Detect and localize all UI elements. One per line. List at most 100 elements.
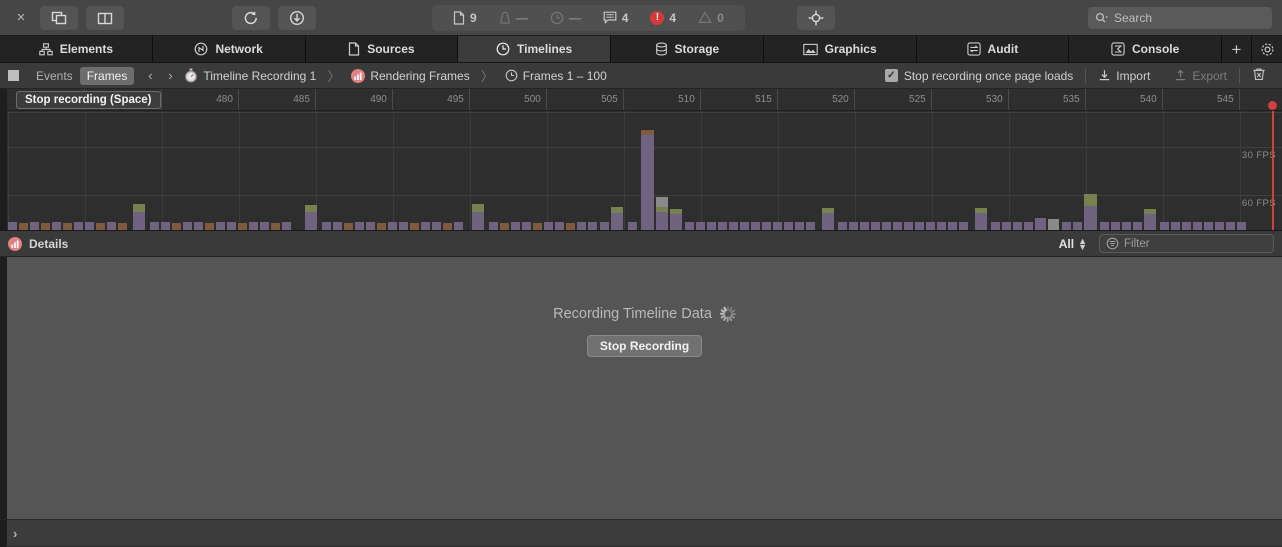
segment-frames[interactable]: Frames	[79, 66, 135, 85]
frame-bar[interactable]	[707, 222, 716, 230]
frame-bar[interactable]	[238, 223, 247, 230]
frame-bar[interactable]	[611, 207, 623, 230]
frame-bar[interactable]	[773, 222, 782, 230]
frame-bar[interactable]	[271, 223, 280, 230]
stop-recording-on-load-checkbox[interactable]: ✓ Stop recording once page loads	[884, 69, 1085, 83]
clear-timeline-button[interactable]	[1240, 67, 1274, 84]
tab-audit[interactable]: Audit	[916, 36, 1070, 62]
frame-bar[interactable]	[410, 223, 419, 230]
memory-stat[interactable]: —	[490, 11, 537, 25]
rendering-frames-graph[interactable]: 30 FPS 60 FPS	[0, 111, 1282, 231]
frame-bar[interactable]	[305, 205, 317, 230]
frame-bar[interactable]	[762, 222, 771, 230]
nav-back-button[interactable]: ‹	[140, 68, 160, 83]
element-select-button[interactable]	[796, 5, 835, 30]
stop-recording-button[interactable]: Stop Recording	[586, 335, 703, 357]
frame-bar[interactable]	[74, 222, 83, 230]
frame-bar[interactable]	[194, 222, 203, 230]
frame-bar[interactable]	[1215, 222, 1224, 230]
frame-bar[interactable]	[443, 223, 452, 230]
frame-bar[interactable]	[41, 223, 50, 230]
record-stop-button[interactable]	[8, 70, 19, 81]
frame-bar[interactable]	[322, 222, 331, 230]
frame-bar[interactable]	[1111, 222, 1120, 230]
resource-count-stat[interactable]: 9	[444, 11, 486, 25]
frame-bar[interactable]	[975, 208, 987, 230]
frame-bar[interactable]	[8, 222, 17, 230]
frame-bar[interactable]	[1193, 222, 1202, 230]
frame-bar[interactable]	[52, 222, 61, 230]
frame-bar[interactable]	[600, 222, 609, 230]
frame-bar[interactable]	[628, 222, 637, 230]
tab-storage[interactable]: Storage	[611, 36, 764, 62]
frame-bar[interactable]	[260, 222, 269, 230]
reload-page-button[interactable]	[232, 5, 270, 30]
frame-bar[interactable]	[566, 223, 575, 230]
settings-button[interactable]	[1252, 36, 1282, 62]
frame-bar[interactable]	[685, 222, 694, 230]
frame-bar[interactable]	[249, 222, 258, 230]
frame-bar[interactable]	[641, 130, 654, 230]
frame-bar[interactable]	[1035, 218, 1046, 230]
frame-bar[interactable]	[366, 222, 375, 230]
frame-bar[interactable]	[882, 222, 891, 230]
frame-bar[interactable]	[751, 222, 760, 230]
frame-bar[interactable]	[161, 222, 170, 230]
frame-bar[interactable]	[555, 222, 564, 230]
time-stat[interactable]: —	[541, 11, 590, 25]
filter-input[interactable]: Filter	[1099, 234, 1274, 253]
frame-bar[interactable]	[1048, 219, 1059, 230]
frame-bar[interactable]	[19, 223, 28, 230]
frame-bar[interactable]	[860, 222, 869, 230]
frame-bar[interactable]	[588, 222, 597, 230]
warning-count-stat[interactable]: 0	[689, 11, 733, 25]
frame-bar[interactable]	[1122, 222, 1131, 230]
frame-bar[interactable]	[871, 222, 880, 230]
close-inspector-button[interactable]: ×	[10, 7, 32, 29]
frame-bar[interactable]	[915, 222, 924, 230]
frame-bar[interactable]	[838, 222, 847, 230]
tab-sources[interactable]: Sources	[305, 36, 459, 62]
segment-events[interactable]: Events	[29, 67, 80, 85]
frame-bar[interactable]	[133, 204, 145, 230]
frame-bar[interactable]	[63, 223, 72, 230]
frame-bar[interactable]	[282, 222, 291, 230]
frame-bar[interactable]	[1226, 222, 1235, 230]
download-button[interactable]	[278, 5, 316, 30]
frame-bar[interactable]	[30, 222, 39, 230]
frame-bar[interactable]	[183, 222, 192, 230]
frame-bar[interactable]	[388, 222, 397, 230]
frame-bar[interactable]	[377, 223, 386, 230]
search-input[interactable]: Search	[1088, 6, 1272, 29]
frame-bar[interactable]	[740, 222, 749, 230]
frame-bar[interactable]	[926, 222, 935, 230]
frame-bar[interactable]	[948, 222, 957, 230]
frame-bar[interactable]	[1002, 222, 1011, 230]
breadcrumb-item-recording[interactable]: Timeline Recording 1	[203, 69, 316, 83]
frame-bar[interactable]	[472, 204, 484, 230]
scope-select[interactable]: All ▲ ▼	[1059, 236, 1087, 251]
frame-bar[interactable]	[937, 222, 946, 230]
frame-bar[interactable]	[1204, 222, 1213, 230]
error-count-stat[interactable]: ! 4	[641, 10, 685, 25]
frame-bar[interactable]	[227, 222, 236, 230]
frame-bar[interactable]	[432, 222, 441, 230]
frame-bar[interactable]	[118, 223, 127, 230]
frame-bar[interactable]	[784, 222, 793, 230]
frame-bar[interactable]	[1144, 209, 1156, 230]
frame-bar[interactable]	[511, 222, 520, 230]
frame-bar[interactable]	[795, 222, 804, 230]
import-button[interactable]: Import	[1086, 69, 1162, 83]
frame-bar[interactable]	[991, 222, 1000, 230]
frame-bar[interactable]	[904, 222, 913, 230]
frame-bar[interactable]	[1182, 222, 1191, 230]
frame-bar[interactable]	[489, 222, 498, 230]
frame-bar[interactable]	[1013, 222, 1022, 230]
dock-side-button[interactable]	[86, 5, 124, 30]
frame-bar[interactable]	[656, 197, 668, 230]
frame-bar[interactable]	[150, 222, 159, 230]
frame-bar[interactable]	[718, 222, 727, 230]
frame-bar[interactable]	[85, 222, 94, 230]
breadcrumb-item-frames-range[interactable]: Frames 1 – 100	[523, 69, 607, 83]
frame-bar[interactable]	[454, 222, 463, 230]
